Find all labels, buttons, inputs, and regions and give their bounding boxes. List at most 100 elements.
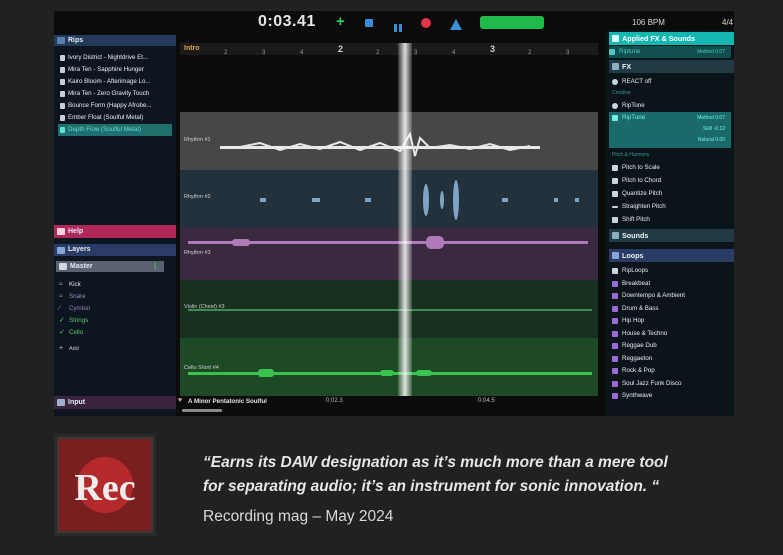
heart-icon[interactable]: ♥ <box>178 397 182 404</box>
input-header[interactable]: Input <box>54 396 176 409</box>
key-label[interactable]: A Minor Pentatonic Soulful <box>188 398 267 405</box>
riptune-param[interactable]: Natural 0.00 <box>698 134 725 146</box>
loop-item[interactable]: House & Techno <box>612 328 730 340</box>
loop-item[interactable]: Hip Hop <box>612 315 730 327</box>
plus-icon: + <box>59 345 64 352</box>
layer-item[interactable]: ✓ Cello <box>58 327 168 339</box>
loop-label: Synthwave <box>622 392 653 399</box>
sounds-icon <box>612 232 619 239</box>
beat-tick: 2 <box>528 50 532 56</box>
react-label: REACT off <box>622 78 652 85</box>
left-panel: Rips Ivory District - Nightdrive Et... M… <box>54 35 176 416</box>
loop-item[interactable]: RipLoops <box>612 265 730 277</box>
master-layer[interactable]: Master | <box>56 261 164 272</box>
waveform <box>188 369 592 377</box>
layer-item[interactable]: ≈ Kick <box>58 279 168 291</box>
waveform <box>188 309 592 311</box>
riptune-item[interactable]: RipTune Method 0.07 Skill -0.12 Natural … <box>609 112 731 148</box>
help-icon <box>57 228 65 235</box>
applied-title: Applied FX & Sounds <box>622 34 696 43</box>
beat-tick: 3 <box>414 50 418 56</box>
playhead[interactable] <box>398 43 412 396</box>
track-rhythm-3[interactable]: Rhythm #3 <box>180 228 598 280</box>
riptone-item[interactable]: RipTone <box>612 100 730 112</box>
pitch-item[interactable]: Pitch to Scale <box>612 162 730 174</box>
timeline-ruler[interactable]: Intro 2 3 4 2 2 3 4 3 2 3 <box>180 43 598 56</box>
loop-item[interactable]: Reggae Dub <box>612 340 730 352</box>
keyboard-icon <box>57 399 65 406</box>
track-rhythm-2[interactable]: Rhythm #2 <box>180 170 598 228</box>
folder-icon <box>612 355 618 362</box>
violin-icon: ✓ <box>59 317 65 324</box>
beat-tick: 3 <box>262 50 266 56</box>
checkmark-icon[interactable]: | <box>154 261 156 272</box>
pitch-icon <box>612 165 618 171</box>
loop-item[interactable]: Rock & Pop <box>612 365 730 377</box>
add-icon[interactable]: + <box>336 13 350 30</box>
waveform <box>260 180 579 220</box>
layers-header[interactable]: Layers <box>54 244 176 256</box>
rip-item[interactable]: Ember Float (Soulful Metal) <box>58 112 172 124</box>
metronome-icon[interactable] <box>450 17 464 31</box>
track-rhythm-1[interactable]: Rhythm #1 <box>180 112 598 170</box>
section-marker[interactable]: Intro <box>184 45 200 52</box>
pause-icon[interactable] <box>394 19 402 32</box>
stop-icon[interactable] <box>365 19 373 27</box>
daw-screenshot: 0:03.41 + 106 BPM 4/4 Rips Ivory Distric… <box>54 11 734 416</box>
applied-item-label: Riptune <box>619 48 641 55</box>
loop-item[interactable]: Synthwave <box>612 390 730 402</box>
rip-label: Kairo Bloom - Afterimage Lo... <box>68 78 151 85</box>
scroll-bar[interactable] <box>182 409 222 412</box>
record-icon[interactable] <box>421 18 431 28</box>
tune-icon <box>612 115 618 121</box>
pitch-item[interactable]: Quantize Pitch <box>612 188 730 200</box>
rip-item[interactable]: Mira Ten - Sapphire Hunger <box>58 64 172 76</box>
layer-label: Strings <box>69 317 89 324</box>
fx-icon <box>612 35 619 42</box>
rip-label: Depth Flow (Soulful Metal) <box>68 126 141 133</box>
status-bar: ♥ A Minor Pentatonic Soulful 0:02.3 0:04… <box>176 396 598 416</box>
folder-icon <box>612 393 618 399</box>
folder-icon <box>612 318 618 324</box>
layer-label: Snare <box>69 293 86 300</box>
rip-label: Mira Ten - Zero Gravity Touch <box>68 90 150 97</box>
bar-tick: 3 <box>490 44 496 54</box>
pitch-item[interactable]: Straighten Pitch <box>612 201 730 213</box>
help-header[interactable]: Help <box>54 225 176 238</box>
rip-item[interactable]: Mira Ten - Zero Gravity Touch <box>58 88 172 100</box>
loop-item[interactable]: Drum & Bass <box>612 303 730 315</box>
applied-item[interactable]: Riptune Method 0.07 <box>609 46 731 58</box>
loop-label: Breakbeat <box>622 279 651 287</box>
loop-item[interactable]: Soul Jazz Funk Disco <box>612 378 730 390</box>
fx-header[interactable]: FX <box>609 60 734 73</box>
layer-item[interactable]: ⁄ Cymbal <box>58 303 168 315</box>
add-layer-button[interactable]: + Add <box>58 343 168 355</box>
rip-item[interactable]: Bounce Form (Happy Afrobe... <box>58 100 172 112</box>
loop-item[interactable]: Downtempo & Ambient <box>612 290 730 302</box>
rips-title: Rips <box>68 37 84 44</box>
react-toggle[interactable]: REACT off <box>612 76 730 88</box>
rip-item[interactable]: Ivory District - Nightdrive Et... <box>58 52 172 64</box>
folder-icon <box>60 127 65 133</box>
pitch-item[interactable]: Pitch to Chord <box>612 175 730 187</box>
folder-icon <box>612 280 618 287</box>
right-panel: Applied FX & Sounds Riptune Method 0.07 … <box>606 30 734 416</box>
layer-item[interactable]: ≈ Snare <box>58 291 168 303</box>
loop-item[interactable]: Reggaeton <box>612 353 730 365</box>
section-label: Pitch & Harmony <box>612 152 650 158</box>
loop-item[interactable]: Breakbeat <box>612 278 730 290</box>
bpm-display[interactable]: 106 BPM <box>632 18 665 27</box>
rips-header[interactable]: Rips <box>54 35 176 46</box>
track-violin[interactable]: Violin (Chest) #3 <box>180 280 598 338</box>
layer-label: Cymbal <box>69 305 90 312</box>
sounds-header[interactable]: Sounds <box>609 229 734 242</box>
layer-item[interactable]: ✓ Strings <box>58 315 168 327</box>
beat-tick: 3 <box>566 50 570 56</box>
track-cello[interactable]: Cello Short #4 <box>180 338 598 396</box>
pitch-item[interactable]: Shift Pitch <box>612 214 730 226</box>
loops-header[interactable]: Loops <box>609 249 734 262</box>
applied-fx-header[interactable]: Applied FX & Sounds <box>609 32 734 45</box>
time-signature[interactable]: 4/4 <box>722 18 733 27</box>
rip-item[interactable]: Kairo Bloom - Afterimage Lo... <box>58 76 172 88</box>
rip-item-selected[interactable]: Depth Flow (Soulful Metal) <box>58 124 172 136</box>
